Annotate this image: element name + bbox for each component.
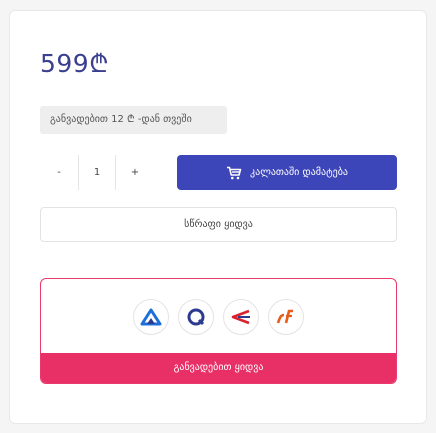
partner-a-logo-icon[interactable] [133,299,169,335]
quantity-stepper: - 1 + [40,155,163,190]
quantity-increase-button[interactable]: + [116,167,154,178]
product-price: 599₾ [40,49,109,78]
partner-c-logo-icon[interactable] [223,299,259,335]
shopping-cart-icon [226,166,242,180]
add-to-cart-button[interactable]: კალათაში დამატება [177,155,397,190]
installment-buy-button[interactable]: განვადებით ყიდვა [41,353,396,383]
partner-d-logo-icon[interactable] [268,299,304,335]
partner-logos-row [41,279,396,355]
installment-partners-panel: განვადებით ყიდვა [40,278,397,384]
quantity-decrease-button[interactable]: - [40,167,78,178]
add-to-cart-label: კალათაში დამატება [250,167,348,178]
quick-buy-button[interactable]: სწრაფი ყიდვა [40,207,397,242]
partner-b-logo-icon[interactable] [178,299,214,335]
installment-info-badge: განვადებით 12 ₾ -დან თვეში [40,106,227,134]
quantity-value[interactable]: 1 [78,155,116,190]
